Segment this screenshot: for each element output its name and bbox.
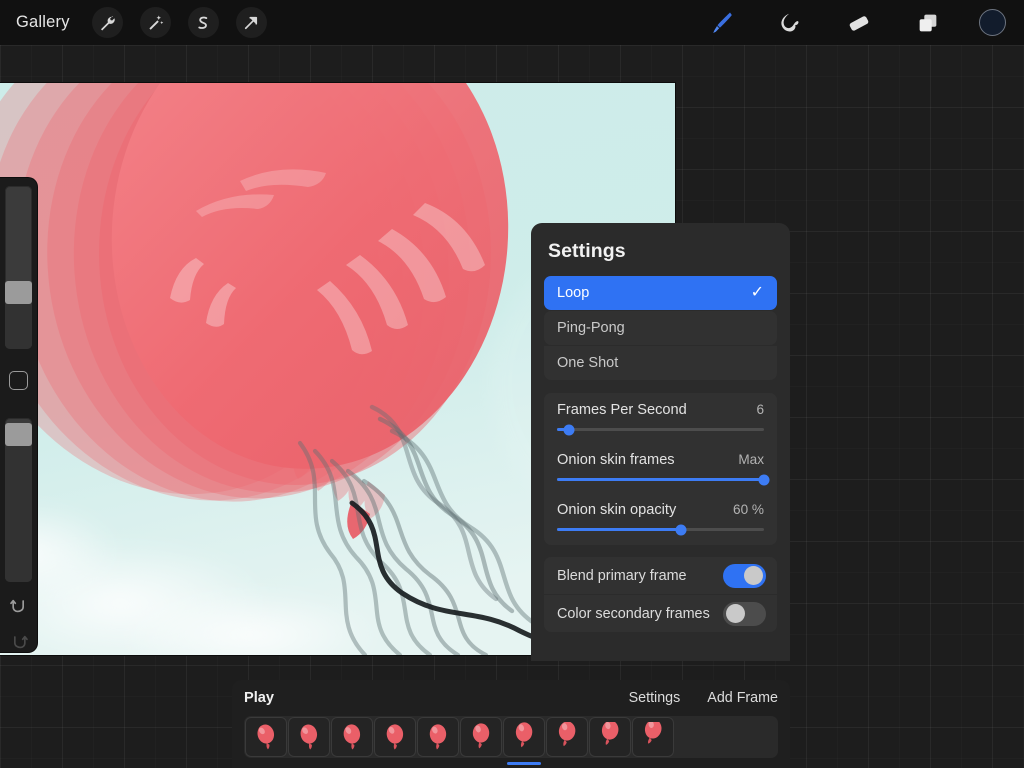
frame-thumbnail[interactable] (288, 717, 330, 757)
timeline-header: Play Settings Add Frame (244, 680, 778, 716)
play-button[interactable]: Play (244, 690, 274, 706)
frame-balloon-icon (511, 722, 537, 752)
layers-icon[interactable] (910, 7, 946, 39)
playback-mode-loop-label: Loop (557, 285, 589, 301)
frame-balloon-icon (296, 722, 322, 752)
fps-value: 6 (756, 402, 764, 417)
frame-balloon-icon (640, 722, 666, 752)
wrench-icon[interactable] (92, 7, 123, 38)
frame-thumbnail[interactable] (374, 717, 416, 757)
frame-balloon-icon (468, 722, 494, 752)
frame-balloon-icon (554, 722, 580, 752)
left-tool-group (92, 7, 267, 38)
undo-icon[interactable] (9, 596, 29, 616)
frame-thumbnail[interactable] (546, 717, 588, 757)
animation-settings-panel: Settings Loop ✓ Ping-Pong One Shot Frame… (531, 223, 790, 661)
frame-thumbnail[interactable] (245, 717, 287, 757)
playback-mode-list: Loop ✓ Ping-Pong One Shot (544, 276, 777, 381)
frame-balloon-icon (425, 722, 451, 752)
playback-mode-loop[interactable]: Loop ✓ (544, 276, 777, 310)
top-toolbar: Gallery (0, 0, 1024, 45)
procreate-app-window: Gallery (0, 0, 1024, 768)
onion-frames-slider-block: Onion skin frames Max (544, 443, 777, 493)
brush-opacity-slider[interactable] (5, 418, 32, 582)
right-tool-group (703, 7, 1006, 39)
frame-balloon-icon (597, 722, 623, 752)
color-secondary-frames-toggle[interactable] (723, 602, 766, 626)
frame-balloon-icon (382, 722, 408, 752)
frame-thumbnail[interactable] (417, 717, 459, 757)
fps-label: Frames Per Second (557, 402, 687, 418)
playback-mode-ping-pong-label: Ping-Pong (557, 320, 625, 336)
redo-icon[interactable] (9, 632, 29, 652)
onion-opacity-slider-block: Onion skin opacity 60 % (544, 493, 777, 545)
onion-frames-value: Max (738, 452, 764, 467)
brush-size-slider[interactable] (5, 186, 32, 349)
check-icon: ✓ (751, 285, 764, 301)
timeline-settings-button[interactable]: Settings (629, 690, 681, 706)
onion-opacity-label: Onion skin opacity (557, 502, 676, 518)
onion-frames-label: Onion skin frames (557, 452, 675, 468)
gallery-button[interactable]: Gallery (16, 13, 70, 32)
fps-slider-block: Frames Per Second 6 (544, 393, 777, 443)
playback-mode-one-shot-label: One Shot (557, 355, 618, 371)
left-sidebar (0, 178, 37, 652)
blend-primary-frame-label: Blend primary frame (557, 568, 687, 584)
playback-mode-ping-pong[interactable]: Ping-Pong (544, 311, 777, 345)
modify-square-button[interactable] (9, 371, 28, 390)
frame-thumbnail[interactable] (589, 717, 631, 757)
selection-s-icon[interactable] (188, 7, 219, 38)
onion-opacity-slider[interactable] (557, 528, 764, 531)
settings-panel-title: Settings (544, 223, 777, 276)
frames-strip[interactable] (244, 716, 778, 758)
frame-thumbnail[interactable] (503, 717, 545, 757)
color-secondary-frames-row[interactable]: Color secondary frames (544, 595, 777, 632)
fps-slider[interactable] (557, 428, 764, 431)
add-frame-button[interactable]: Add Frame (707, 690, 778, 706)
frame-thumbnail[interactable] (460, 717, 502, 757)
frame-thumbnail[interactable] (632, 717, 674, 757)
onion-frames-slider[interactable] (557, 478, 764, 481)
magic-wand-icon[interactable] (140, 7, 171, 38)
frame-thumbnail[interactable] (331, 717, 373, 757)
frame-balloon-icon (253, 722, 279, 752)
selected-frame-indicator (507, 762, 541, 765)
blend-primary-frame-toggle[interactable] (723, 564, 766, 588)
eraser-icon[interactable] (841, 7, 877, 39)
paintbrush-icon[interactable] (703, 7, 739, 39)
blend-primary-frame-row[interactable]: Blend primary frame (544, 557, 777, 594)
color-swatch-button[interactable] (979, 9, 1006, 36)
smudge-icon[interactable] (772, 7, 808, 39)
playback-mode-one-shot[interactable]: One Shot (544, 346, 777, 380)
onion-opacity-value: 60 % (733, 502, 764, 517)
animation-timeline: Play Settings Add Frame (232, 680, 790, 768)
color-secondary-frames-label: Color secondary frames (557, 606, 710, 622)
frame-balloon-icon (339, 722, 365, 752)
transform-arrow-icon[interactable] (236, 7, 267, 38)
